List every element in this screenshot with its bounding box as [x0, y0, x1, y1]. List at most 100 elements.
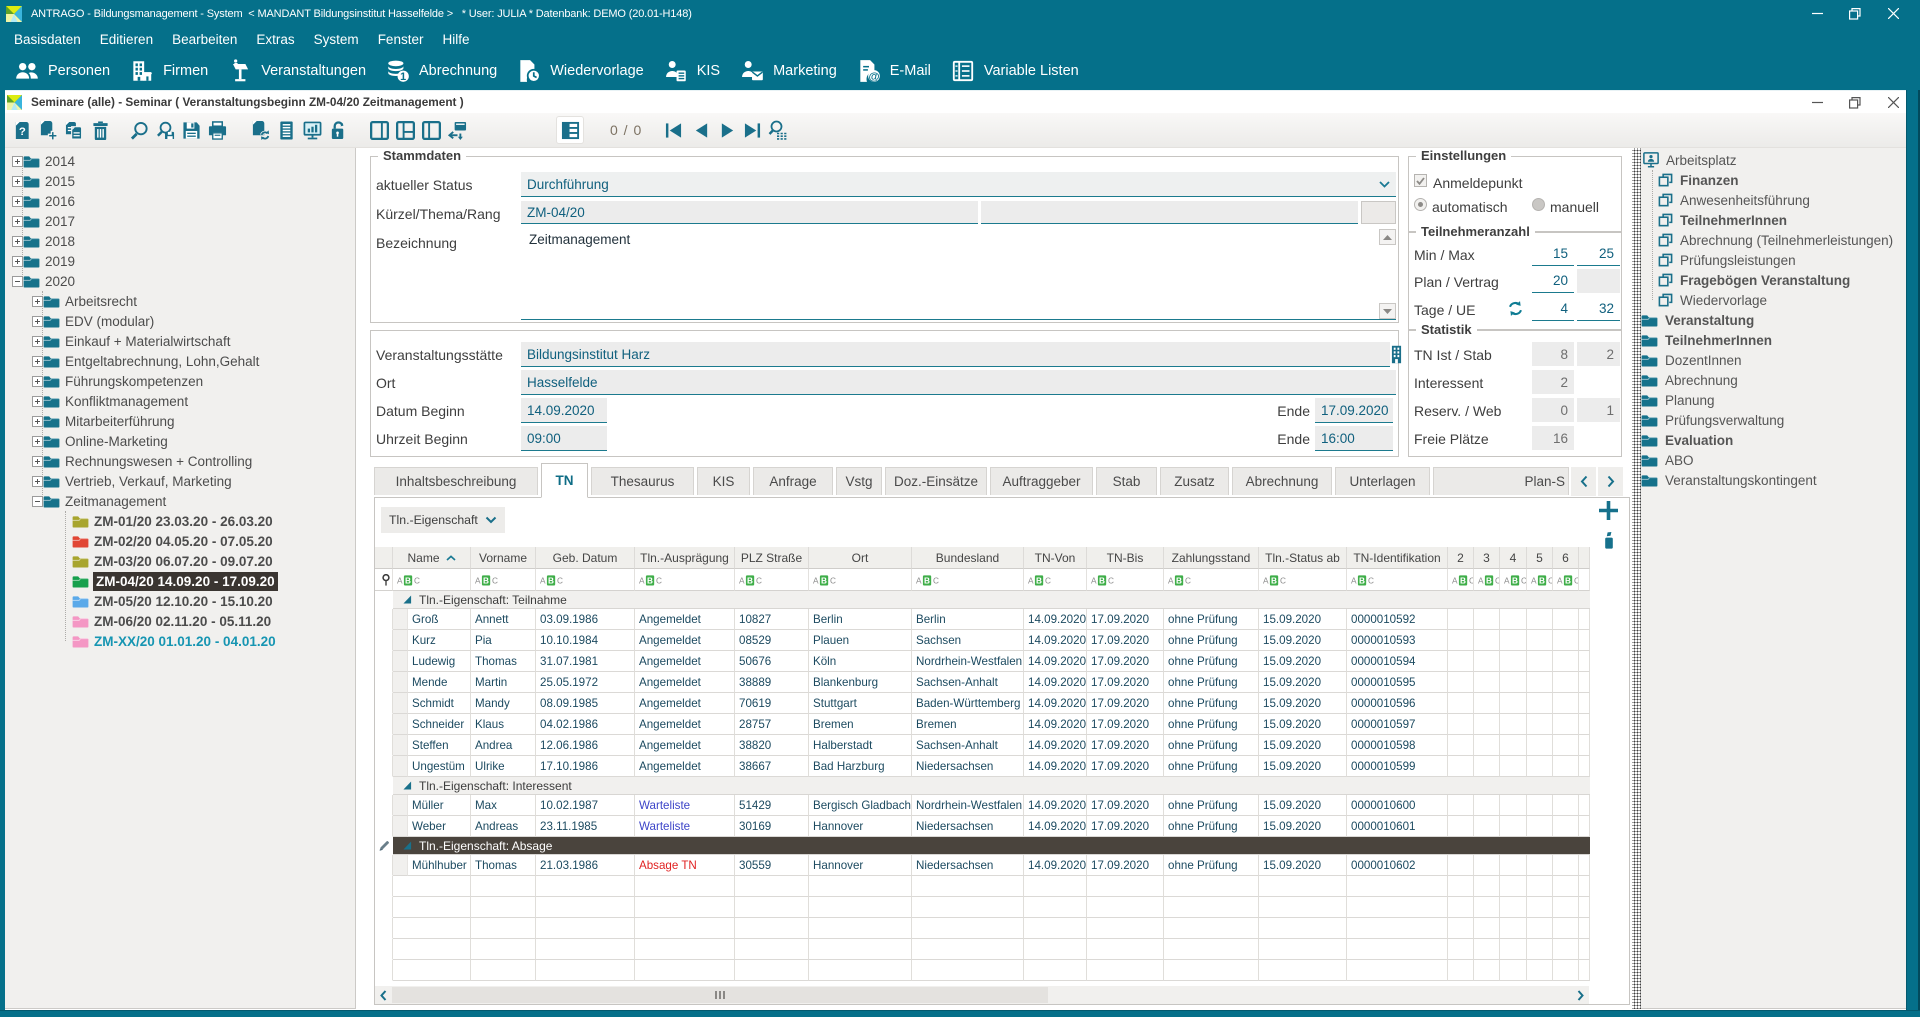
cell-plz-stra-e[interactable]: 51429	[735, 795, 809, 816]
toolbar-button-drucken[interactable]	[204, 117, 230, 143]
cell-3[interactable]	[1474, 630, 1500, 651]
cell-bundesland[interactable]: Niedersachsen	[912, 816, 1024, 837]
column-header-tn-von[interactable]: TN-Von	[1024, 547, 1087, 569]
group-collapse-icon[interactable]	[403, 595, 412, 604]
tab-anfrage[interactable]: Anfrage	[753, 467, 833, 495]
refresh-icon-button[interactable]	[1507, 300, 1524, 317]
minimize-button[interactable]	[1798, 0, 1836, 27]
cell-zahlungsstand[interactable]: ohne Prüfung	[1164, 609, 1259, 630]
menu-editieren[interactable]: Editieren	[100, 32, 153, 47]
cell-2[interactable]	[1448, 855, 1474, 876]
cell-tln-auspr-gung[interactable]: Angemeldet	[635, 756, 735, 777]
cell-6[interactable]	[1553, 735, 1579, 756]
cell-vorname[interactable]: Martin	[471, 672, 536, 693]
expand-icon[interactable]	[32, 336, 43, 347]
cell-tln-auspr-gung[interactable]: Angemeldet	[635, 609, 735, 630]
tab-vstg[interactable]: Vstg	[836, 467, 882, 495]
cell-4[interactable]	[1500, 816, 1527, 837]
filter-cell-11[interactable]: ABC	[1259, 569, 1347, 591]
tree-seminar-ZM-01/20[interactable]: ZM-01/20 23.03.20 - 26.03.20	[5, 511, 355, 531]
cell-6[interactable]	[1553, 855, 1579, 876]
cell-tn-identifikation[interactable]: 0000010596	[1347, 693, 1448, 714]
tab-stab[interactable]: Stab	[1096, 467, 1157, 495]
cell-vorname[interactable]: Andreas	[471, 816, 536, 837]
expand-icon[interactable]	[32, 476, 43, 487]
cell-bundesland[interactable]: Niedersachsen	[912, 855, 1024, 876]
tree-year-2016[interactable]: 2016	[5, 191, 355, 211]
cell-zahlungsstand[interactable]: ohne Prüfung	[1164, 756, 1259, 777]
tree-seminar-ZM-02/20[interactable]: ZM-02/20 04.05.20 - 07.05.20	[5, 531, 355, 551]
cell-2[interactable]	[1448, 714, 1474, 735]
cell-5[interactable]	[1527, 672, 1553, 693]
cell-geb-datum[interactable]: 17.10.1986	[536, 756, 635, 777]
cell-3[interactable]	[1474, 816, 1500, 837]
toolbar-item-variable-listen[interactable]: Variable Listen	[950, 58, 1079, 84]
tree-seminar-ZM-XX/20[interactable]: ZM-XX/20 01.01.20 - 04.01.20	[5, 631, 355, 651]
cell-plz-stra-e[interactable]: 70619	[735, 693, 809, 714]
cell-3[interactable]	[1474, 672, 1500, 693]
tab-thesaurus[interactable]: Thesaurus	[591, 467, 694, 495]
filter-cell-5[interactable]: ABC	[735, 569, 809, 591]
cell-6[interactable]	[1553, 756, 1579, 777]
cell-vorname[interactable]: Annett	[471, 609, 536, 630]
cell-name[interactable]: Mühlhuber	[408, 855, 471, 876]
cell-geb-datum[interactable]: 10.02.1987	[536, 795, 635, 816]
toolbar-button-layout-2[interactable]	[392, 117, 418, 143]
cell-tln-status-ab[interactable]: 15.09.2020	[1259, 816, 1347, 837]
cell-zahlungsstand[interactable]: ohne Prüfung	[1164, 630, 1259, 651]
tab-unterlagen[interactable]: Unterlagen	[1335, 467, 1430, 495]
cell-zahlungsstand[interactable]: ohne Prüfung	[1164, 693, 1259, 714]
expand-icon[interactable]	[12, 176, 23, 187]
cell-tn-bis[interactable]: 17.09.2020	[1087, 795, 1164, 816]
cell-5[interactable]	[1527, 756, 1553, 777]
cell-name[interactable]: Mende	[408, 672, 471, 693]
tab-inhaltsbeschreibung[interactable]: Inhaltsbeschreibung	[374, 467, 538, 495]
toolbar-button-suche-speichern[interactable]	[152, 117, 178, 143]
cell-vorname[interactable]: Max	[471, 795, 536, 816]
expand-icon[interactable]	[32, 396, 43, 407]
cell-tn-von[interactable]: 14.09.2020	[1024, 795, 1087, 816]
column-header-2[interactable]: 2	[1448, 547, 1474, 569]
manuell-radio[interactable]	[1532, 198, 1545, 211]
group-row[interactable]: Tln.-Eigenschaft: Absage	[393, 837, 1590, 855]
toolbar-item-wiedervorlage[interactable]: Wiedervorlage	[516, 58, 644, 84]
tab-zusatz[interactable]: Zusatz	[1160, 467, 1229, 495]
cell-tn-von[interactable]: 14.09.2020	[1024, 735, 1087, 756]
column-header-5[interactable]: 5	[1527, 547, 1553, 569]
cell-tln-status-ab[interactable]: 15.09.2020	[1259, 693, 1347, 714]
cell-tn-von[interactable]: 14.09.2020	[1024, 756, 1087, 777]
info-button[interactable]	[1604, 532, 1614, 549]
context-tree-teilnehmerinnen[interactable]: TeilnehmerInnen	[1641, 330, 1906, 350]
tab-tn[interactable]: TN	[541, 463, 588, 498]
context-tree-pr-fungsverwaltung[interactable]: Prüfungsverwaltung	[1641, 410, 1906, 430]
cell-tn-identifikation[interactable]: 0000010592	[1347, 609, 1448, 630]
cell-plz-stra-e[interactable]: 30559	[735, 855, 809, 876]
cell-tn-identifikation[interactable]: 0000010601	[1347, 816, 1448, 837]
close-button[interactable]	[1874, 0, 1912, 27]
filter-cell-10[interactable]: ABC	[1164, 569, 1259, 591]
expand-icon[interactable]	[32, 376, 43, 387]
toolbar-item-personen[interactable]: Personen	[14, 58, 110, 84]
cell-tln-auspr-gung[interactable]: Absage TN	[635, 855, 735, 876]
tab-scroll-left-button[interactable]	[1571, 467, 1596, 496]
cell-ort[interactable]: Blankenburg	[809, 672, 912, 693]
cell-5[interactable]	[1527, 651, 1553, 672]
cell-zahlungsstand[interactable]: ohne Prüfung	[1164, 795, 1259, 816]
anmeldepunkt-checkbox[interactable]	[1414, 174, 1427, 187]
kuerzel-input[interactable]: ZM-04/20	[521, 201, 978, 224]
cell-2[interactable]	[1448, 672, 1474, 693]
tree-category[interactable]: Online-Marketing	[5, 431, 355, 451]
context-tree-abo[interactable]: ABO	[1641, 450, 1906, 470]
tab-scroll-right-button[interactable]	[1598, 467, 1623, 496]
cell-vorname[interactable]: Andrea	[471, 735, 536, 756]
context-tree-pr-fungsleistungen[interactable]: Prüfungsleistungen	[1641, 250, 1906, 270]
toolbar-button-datensatz-suchen[interactable]	[765, 117, 791, 143]
cell-5[interactable]	[1527, 630, 1553, 651]
cell-tn-bis[interactable]: 17.09.2020	[1087, 630, 1164, 651]
context-tree-abrechnung-teilnehmerleistungen-[interactable]: Abrechnung (Teilnehmerleistungen)	[1641, 230, 1906, 250]
cell-zahlungsstand[interactable]: ohne Prüfung	[1164, 735, 1259, 756]
uhrzeit-beginn-input[interactable]: 09:00	[521, 426, 607, 451]
cell-2[interactable]	[1448, 609, 1474, 630]
column-header-vorname[interactable]: Vorname	[471, 547, 536, 569]
filter-cell-2[interactable]: ABC	[471, 569, 536, 591]
